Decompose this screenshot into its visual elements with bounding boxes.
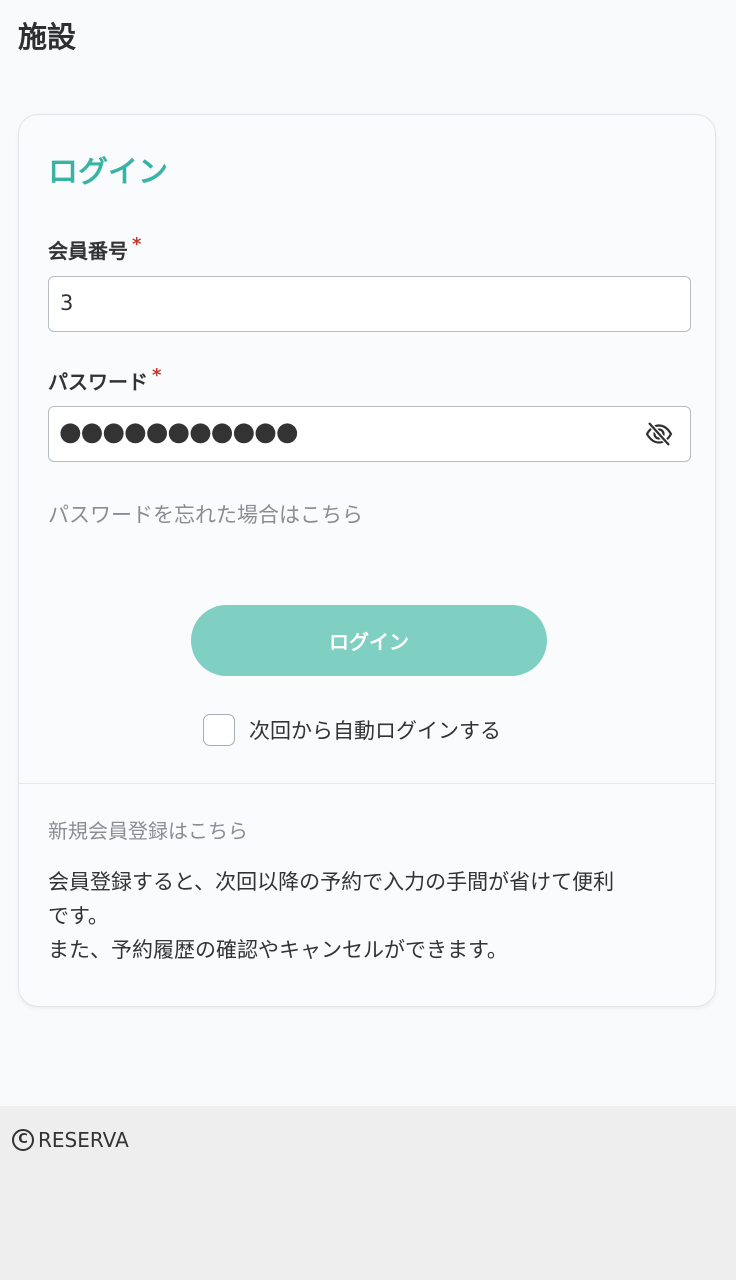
register-description-line: また、予約履歴の確認やキャンセルができます。 [48, 938, 508, 962]
password-masked-value: ●●●●●●●●●●● [59, 417, 299, 447]
login-card: ログイン 会員番号 * 3 パスワード * ●●●●●●●●●●● パスワードを忘れ… [18, 114, 716, 1007]
auto-login-checkbox[interactable] [203, 714, 235, 746]
brand-name: RESERVA [38, 1128, 129, 1152]
copyright: C RESERVA [12, 1128, 129, 1152]
forgot-password-link[interactable]: パスワードを忘れた場合はこちら [48, 499, 363, 529]
login-button[interactable]: ログイン [191, 605, 547, 676]
register-description-line: 会員登録すると、次回以降の予約で入力の手間が省けて便利 [48, 870, 615, 894]
member-number-label: 会員番号 * [48, 234, 142, 264]
required-mark: * [132, 234, 142, 255]
divider [19, 783, 715, 784]
login-heading: ログイン [48, 155, 168, 190]
eye-slash-icon[interactable] [644, 419, 674, 449]
auto-login-option[interactable]: 次回から自動ログインする [203, 712, 501, 748]
page-title: 施設 [18, 20, 77, 54]
password-label: パスワード * [48, 365, 162, 395]
copyright-icon: C [12, 1129, 34, 1151]
member-number-value: 3 [60, 291, 74, 315]
register-description-line: です。 [48, 904, 109, 928]
register-description: 会員登録すると、次回以降の予約で入力の手間が省けて便利 です。 また、予約履歴の… [48, 865, 698, 967]
member-number-input[interactable]: 3 [48, 276, 691, 332]
register-link[interactable]: 新規会員登録はこちら [48, 815, 248, 844]
member-number-label-text: 会員番号 [48, 239, 128, 263]
auto-login-label: 次回から自動ログインする [249, 719, 501, 743]
footer: C RESERVA [0, 1106, 736, 1280]
password-label-text: パスワード [48, 370, 148, 394]
required-mark: * [152, 365, 162, 386]
password-input[interactable]: ●●●●●●●●●●● [48, 406, 691, 462]
